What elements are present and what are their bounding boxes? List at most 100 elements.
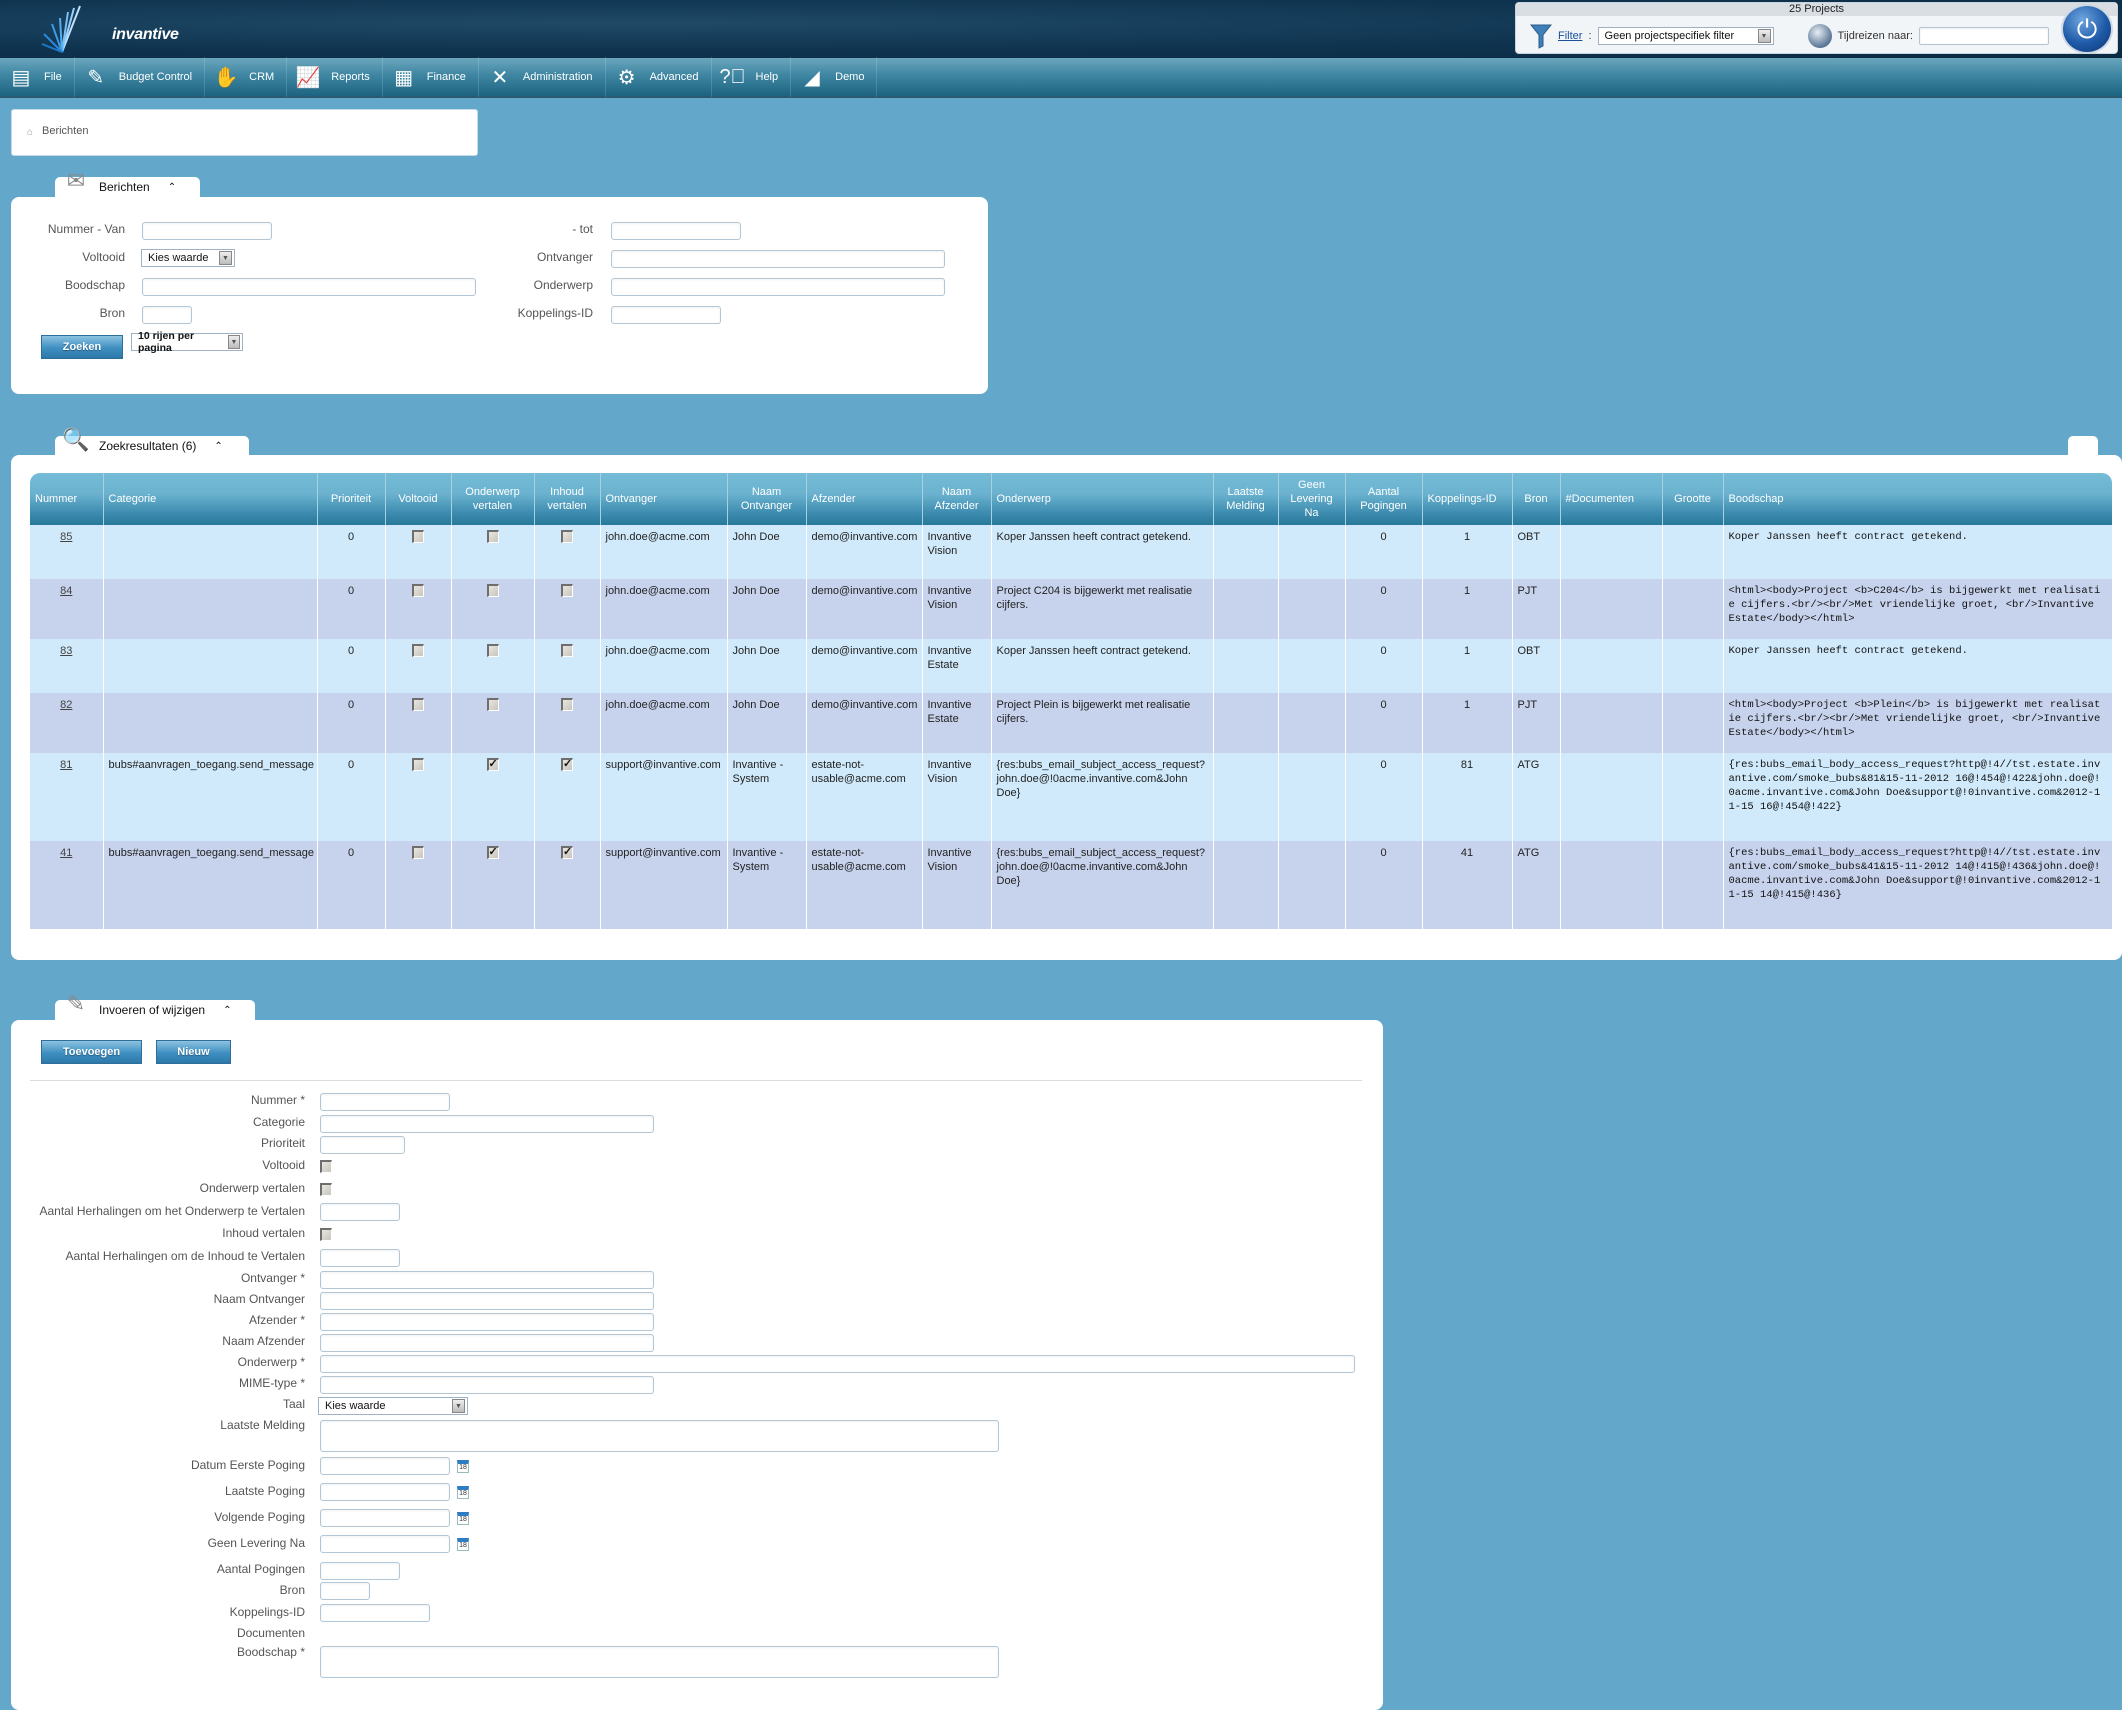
filter-link[interactable]: Filter (1558, 30, 1582, 42)
inhoud-vertalen-checkbox[interactable] (561, 644, 573, 657)
voltooid-checkbox[interactable] (412, 584, 424, 597)
naam-afzender-field[interactable] (320, 1334, 654, 1352)
voltooid-checkbox[interactable] (412, 644, 424, 657)
results-panel-side-tab[interactable] (2068, 436, 2098, 456)
onderwerp-vertalen-checkbox[interactable] (320, 1183, 332, 1196)
naam-ontvanger-field[interactable] (320, 1292, 654, 1310)
row-number-link[interactable]: 81 (60, 759, 72, 771)
collapse-icon[interactable]: ⌃ (214, 441, 222, 452)
inhoud-vertalen-checkbox[interactable] (320, 1228, 332, 1241)
page-size-select[interactable]: 10 rijen per pagina ▼ (131, 330, 243, 354)
col-geen-levering-na[interactable]: Geen Levering Na (1278, 473, 1346, 525)
geen-levering-na-field[interactable] (320, 1535, 450, 1553)
onderwerp-input[interactable] (611, 278, 945, 296)
nummer-van-input[interactable] (142, 222, 272, 240)
add-button[interactable]: Toevoegen (41, 1040, 142, 1064)
onderwerp-vertalen-checkbox[interactable] (486, 584, 499, 597)
onderwerp-vertalen-checkbox[interactable] (486, 530, 499, 543)
calendar-icon[interactable]: 18 (457, 1512, 469, 1525)
table-row[interactable]: 85 0 john.doe@acme.com John Doe demo@invanti… (30, 525, 2113, 579)
col-bron[interactable]: Bron (1512, 473, 1561, 525)
nummer-field[interactable] (320, 1093, 450, 1111)
herhalingen-inhoud-field[interactable] (320, 1249, 400, 1267)
col-inhoud-vertalen[interactable]: Inhoud vertalen (534, 473, 601, 525)
ontvanger-field[interactable] (320, 1271, 654, 1289)
inhoud-vertalen-checkbox[interactable] (561, 845, 573, 859)
table-row[interactable]: 41bubs#aanvragen_toegang.send_message0su… (30, 841, 2113, 929)
voltooid-checkbox[interactable] (412, 530, 424, 543)
row-number-link[interactable]: 84 (60, 585, 72, 597)
afzender-field[interactable] (320, 1313, 654, 1331)
time-travel-input[interactable] (1918, 27, 2049, 45)
col-grootte[interactable]: Grootte (1662, 473, 1724, 525)
inhoud-vertalen-checkbox[interactable] (561, 757, 573, 771)
results-panel-tab[interactable]: 🔍 Zoekresultaten (6) ⌃ (55, 427, 249, 456)
volgende-poging-field[interactable] (320, 1509, 450, 1527)
home-icon[interactable]: ⌂ (27, 127, 33, 138)
calendar-icon[interactable]: 18 (457, 1460, 469, 1473)
row-number-link[interactable]: 41 (60, 847, 72, 859)
menu-crm[interactable]: ✋ CRM (205, 57, 288, 97)
col-onderwerp[interactable]: Onderwerp (991, 473, 1214, 525)
voltooid-checkbox[interactable] (412, 698, 424, 711)
voltooid-checkbox[interactable] (412, 758, 424, 771)
edit-panel-tab[interactable]: ✎ Invoeren of wijzigen ⌃ (55, 991, 255, 1020)
inhoud-vertalen-checkbox[interactable] (561, 530, 573, 543)
logout-power-button[interactable] (2061, 4, 2113, 54)
mime-type-field[interactable] (320, 1376, 654, 1394)
inhoud-vertalen-checkbox[interactable] (561, 584, 573, 597)
col-boodschap[interactable]: Boodschap (1723, 473, 2112, 525)
menu-demo[interactable]: ◢ Demo (791, 57, 878, 97)
collapse-icon[interactable]: ⌃ (168, 182, 176, 193)
onderwerp-vertalen-checkbox[interactable] (486, 757, 499, 771)
col-aantal-pogingen[interactable]: Aantal Pogingen (1345, 473, 1423, 525)
inhoud-vertalen-checkbox[interactable] (561, 698, 573, 711)
nummer-tot-input[interactable] (611, 222, 741, 240)
onderwerp-vertalen-checkbox[interactable] (486, 698, 499, 711)
bron-field[interactable] (320, 1582, 370, 1600)
table-row[interactable]: 84 0 john.doe@acme.com John Doe demo@invanti… (30, 579, 2113, 639)
row-number-link[interactable]: 82 (60, 699, 72, 711)
col-ontvanger[interactable]: Ontvanger (600, 473, 728, 525)
menu-file[interactable]: ▤ File (0, 57, 75, 97)
onderwerp-vertalen-checkbox[interactable] (486, 845, 499, 859)
onderwerp-field[interactable] (320, 1355, 1355, 1373)
col-categorie[interactable]: Categorie (103, 473, 318, 525)
col-laatste-melding[interactable]: Laatste Melding (1213, 473, 1279, 525)
col-documenten[interactable]: #Documenten (1560, 473, 1663, 525)
new-button[interactable]: Nieuw (156, 1040, 231, 1064)
herhalingen-onderwerp-field[interactable] (320, 1203, 400, 1221)
calendar-icon[interactable]: 18 (457, 1486, 469, 1499)
aantal-pogingen-field[interactable] (320, 1562, 400, 1580)
koppelings-id-input[interactable] (611, 306, 721, 324)
col-nummer[interactable]: Nummer (30, 473, 104, 525)
menu-budget-control[interactable]: ✎ Budget Control (75, 57, 206, 97)
boodschap-textarea[interactable] (320, 1646, 999, 1678)
col-prioriteit[interactable]: Prioriteit (317, 473, 386, 525)
col-koppelings-id[interactable]: Koppelings-ID (1422, 473, 1513, 525)
row-number-link[interactable]: 83 (60, 645, 72, 657)
col-afzender[interactable]: Afzender (806, 473, 923, 525)
menu-finance[interactable]: ▦ Finance (383, 57, 479, 97)
col-naam-afzender[interactable]: Naam Afzender (922, 473, 992, 525)
calendar-icon[interactable]: 18 (457, 1538, 469, 1551)
menu-advanced[interactable]: ⚙ Advanced (606, 57, 712, 97)
koppelings-id-field[interactable] (320, 1604, 430, 1622)
prioriteit-field[interactable] (320, 1136, 405, 1154)
col-naam-ontvanger[interactable]: Naam Ontvanger (727, 473, 807, 525)
menu-help[interactable]: ?⃝ Help (712, 57, 792, 97)
collapse-icon[interactable]: ⌃ (223, 1005, 231, 1016)
col-voltooid[interactable]: Voltooid (385, 473, 452, 525)
table-row[interactable]: 81bubs#aanvragen_toegang.send_message0su… (30, 753, 2113, 841)
search-panel-tab[interactable]: ✉ Berichten ⌃ (55, 168, 200, 197)
table-row[interactable]: 83 0 john.doe@acme.com John Doe demo@invanti… (30, 639, 2113, 693)
table-row[interactable]: 82 0 john.doe@acme.com John Doe demo@invanti… (30, 693, 2113, 753)
search-button[interactable]: Zoeken (41, 335, 123, 359)
voltooid-checkbox[interactable] (412, 846, 424, 859)
laatste-melding-textarea[interactable] (320, 1420, 999, 1452)
datum-eerste-poging-field[interactable] (320, 1457, 450, 1475)
boodschap-input[interactable] (142, 278, 476, 296)
onderwerp-vertalen-checkbox[interactable] (486, 644, 499, 657)
bron-input[interactable] (142, 306, 192, 324)
voltooid-checkbox[interactable] (320, 1160, 332, 1173)
